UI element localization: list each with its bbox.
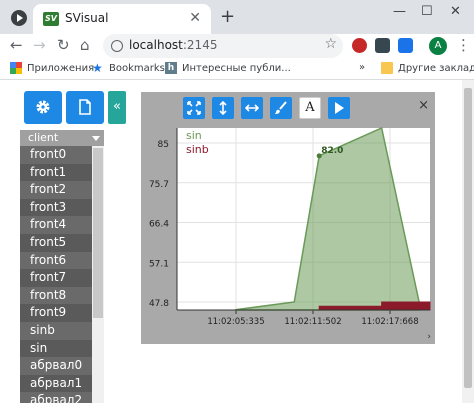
scrollbar-thumb[interactable] — [93, 148, 103, 318]
translate-icon[interactable] — [398, 38, 413, 53]
signal-list-item[interactable]: front5 — [20, 233, 92, 252]
chevron-right-icon[interactable]: › — [427, 332, 431, 342]
legend-entry-sin: sin — [186, 129, 202, 142]
y-tick-label: 66.4 — [149, 220, 169, 230]
tab-title: SVisual — [65, 11, 109, 25]
bookmark-bookmarks[interactable]: ★ Bookmarks — [92, 62, 165, 74]
tab-favicon: SV — [43, 12, 59, 26]
close-icon[interactable]: ✕ — [189, 10, 201, 26]
folder-icon — [381, 62, 393, 74]
gear-icon — [36, 100, 50, 114]
signal-list-item[interactable]: front6 — [20, 251, 92, 270]
signal-list-item[interactable]: front1 — [20, 163, 92, 182]
bookmark-label: Bookmarks — [109, 62, 165, 74]
home-icon[interactable]: ⌂ — [80, 36, 90, 54]
document-icon — [79, 99, 91, 115]
star-icon[interactable]: ☆ — [324, 36, 337, 52]
group-select[interactable]: client — [20, 130, 104, 146]
annotation-label: 82.0 — [321, 146, 343, 156]
double-chevron-left-icon: « — [113, 99, 121, 114]
bookmark-other[interactable]: Другие закладки — [381, 62, 474, 74]
play-circle-icon[interactable] — [11, 10, 27, 26]
maximize-icon[interactable]: ☐ — [421, 4, 433, 19]
y-tick-label: 47.8 — [149, 299, 169, 309]
collapse-sidebar-button[interactable]: « — [108, 91, 126, 124]
page-scrollbar[interactable] — [462, 80, 474, 403]
signal-list-item[interactable]: абрвал0 — [20, 357, 92, 375]
plus-icon[interactable]: + — [220, 6, 235, 27]
y-tick-label: 57.1 — [149, 259, 169, 269]
arrow-left-icon[interactable]: ← — [10, 36, 23, 54]
signal-list-item[interactable]: front9 — [20, 304, 92, 322]
play-button[interactable] — [328, 97, 350, 119]
signal-list-item[interactable]: front7 — [20, 269, 92, 287]
window-close-icon[interactable]: ✕ — [450, 4, 461, 19]
extension-icon[interactable] — [352, 38, 367, 53]
x-tick-label: 11:02:17:668 — [361, 317, 418, 327]
signal-list-item[interactable]: абрвал1 — [20, 374, 92, 393]
signal-list-item[interactable]: front3 — [20, 198, 92, 217]
x-tick-label: 11:02:11:502 — [284, 317, 341, 327]
kebab-icon[interactable]: ⋮ — [456, 36, 471, 54]
plot-panel: 85 75.7 66.4 57.1 47.8 11:02:05:335 11:02:11:5… — [141, 92, 435, 344]
url-host: localhost — [129, 38, 183, 52]
address-bar[interactable]: localhost:2145 ☆ — [103, 34, 343, 58]
document-button[interactable] — [66, 91, 104, 124]
app-area: « client front0 front1 front2 front3 front4 f… — [0, 80, 474, 403]
tab-bar: SV SVisual ✕ + — ☐ ✕ — [0, 0, 474, 34]
signal-list-item[interactable]: front0 — [20, 146, 92, 164]
signal-list-item[interactable]: sinb — [20, 321, 92, 340]
settings-button[interactable] — [24, 91, 62, 124]
text-button[interactable]: A — [299, 97, 321, 119]
bookmark-interesting[interactable]: h Интересные публи... — [165, 62, 291, 74]
text-icon: A — [305, 100, 315, 115]
play-icon — [335, 102, 344, 114]
url-port: :2145 — [182, 38, 218, 52]
signal-list-item[interactable]: front4 — [20, 216, 92, 234]
signal-list-item[interactable]: front8 — [20, 286, 92, 305]
signal-list: front0 front1 front2 front3 front4 front5 fron… — [20, 146, 92, 403]
browser-toolbar: ← → ↻ ⌂ localhost:2145 ☆ A ⋮ — [0, 34, 474, 58]
signal-list-scrollbar[interactable] — [92, 146, 104, 403]
info-icon[interactable] — [111, 40, 123, 52]
vertical-zoom-button[interactable] — [212, 97, 234, 119]
signal-list-item[interactable]: front2 — [20, 181, 92, 199]
reload-icon[interactable]: ↻ — [57, 36, 70, 54]
horizontal-arrows-icon — [245, 104, 259, 112]
close-icon[interactable]: × — [418, 98, 429, 113]
bookmark-apps[interactable]: Приложения — [10, 62, 94, 74]
apps-icon — [10, 62, 22, 74]
star-icon: ★ — [92, 61, 103, 75]
signal-list-item[interactable]: абрвал2 — [20, 392, 92, 403]
color-button[interactable] — [270, 97, 292, 119]
fit-button[interactable] — [183, 97, 205, 119]
signal-list-item[interactable]: sin — [20, 339, 92, 358]
y-tick-label: 85 — [158, 140, 169, 150]
legend-entry-sinb: sinb — [186, 143, 209, 156]
minimize-icon[interactable]: — — [393, 4, 406, 19]
bookmarks-bar: Приложения ★ Bookmarks h Интересные публи.… — [0, 58, 474, 80]
h-logo-icon: h — [165, 62, 177, 74]
vertical-arrows-icon — [219, 101, 227, 115]
y-tick-label: 75.7 — [149, 180, 169, 190]
x-tick-label: 11:02:05:335 — [207, 317, 264, 327]
fit-arrows-icon — [187, 101, 201, 115]
scrollbar-thumb[interactable] — [464, 88, 472, 388]
extension-icon[interactable] — [375, 38, 390, 53]
bookmark-label: Интересные публи... — [182, 62, 291, 74]
bookmark-label: Приложения — [27, 62, 95, 74]
arrow-right-icon[interactable]: → — [33, 36, 46, 54]
signal-chart[interactable]: 85 75.7 66.4 57.1 47.8 11:02:05:335 11:02:11:5… — [141, 92, 435, 344]
bookmark-label: Другие закладки — [398, 62, 474, 74]
url-text: localhost:2145 — [129, 38, 217, 52]
chevron-down-icon — [92, 136, 100, 141]
bookmarks-overflow[interactable]: » — [359, 62, 365, 73]
group-select-value: client — [28, 131, 59, 144]
avatar[interactable]: A — [429, 37, 447, 55]
horizontal-zoom-button[interactable] — [241, 97, 263, 119]
bookmark-label: » — [359, 62, 366, 73]
brush-icon — [275, 101, 287, 114]
browser-tab[interactable]: SV SVisual ✕ — [33, 4, 211, 34]
